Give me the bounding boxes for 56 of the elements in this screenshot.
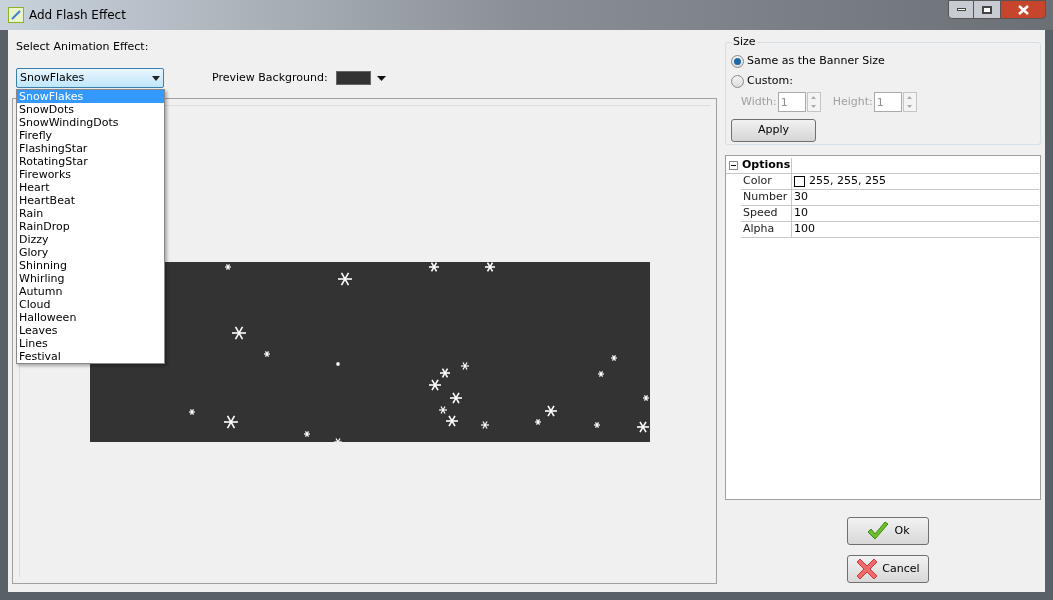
effect-option[interactable]: RainDrop [17,220,164,233]
effect-option[interactable]: Cloud [17,298,164,311]
property-name: Alpha [742,221,776,238]
checkmark-icon [866,521,891,541]
property-value: 255, 255, 255 [809,173,886,190]
effect-option[interactable]: Dizzy [17,233,164,246]
dropdown-arrow-icon [152,75,160,81]
minimize-button[interactable] [948,0,974,19]
size-field-label: Width: [741,93,777,110]
maximize-button[interactable] [974,0,1000,19]
property-name: Number [742,189,789,206]
effect-option[interactable]: Whirling [17,272,164,285]
effect-option[interactable]: HeartBeat [17,194,164,207]
apply-button[interactable]: Apply [731,119,816,142]
close-button[interactable] [1000,0,1046,19]
dropdown-arrow-icon [376,75,386,81]
app-icon [8,7,24,23]
effect-option[interactable]: Autumn [17,285,164,298]
effect-option[interactable]: Festival [17,350,164,363]
effect-option[interactable]: Heart [17,181,164,194]
effect-option[interactable]: RotatingStar [17,155,164,168]
cross-icon [856,558,879,580]
effect-label: Select Animation Effect: [16,39,150,53]
grid-category: Options [741,157,791,174]
effect-dropdown[interactable]: SnowFlakes [16,68,164,88]
effect-option[interactable]: SnowDots [17,103,164,116]
property-value: 30 [794,189,808,206]
size-radio[interactable]: Custom: [731,71,1035,91]
window-title: Add Flash Effect [29,7,126,24]
property-value: 10 [794,205,808,222]
cancel-button[interactable]: Cancel [847,555,929,583]
property-name: Speed [742,205,779,222]
up-arrow-icon [907,96,913,99]
effect-option[interactable]: Rain [17,207,164,220]
close-icon [1017,4,1029,15]
effect-option[interactable]: Halloween [17,311,164,324]
effect-option[interactable]: Firefly [17,129,164,142]
size-field-label: Height: [832,93,873,110]
ok-button[interactable]: Ok [847,517,929,545]
effect-option[interactable]: FlashingStar [17,142,164,155]
size-radio[interactable]: Same as the Banner Size [731,51,1035,71]
up-arrow-icon [811,96,817,99]
effect-option[interactable]: Shinning [17,259,164,272]
down-arrow-icon [907,105,913,108]
color-swatch [794,176,805,187]
property-name: Color [742,173,773,190]
property-value: 100 [794,221,815,238]
effect-option[interactable]: Lines [17,337,164,350]
effect-option[interactable]: Leaves [17,324,164,337]
down-arrow-icon [811,105,817,108]
effect-option[interactable]: Glory [17,246,164,259]
color-picker[interactable] [335,71,386,85]
preview-background-label: Preview Background: [212,69,328,86]
collapse-toggle[interactable] [729,161,738,170]
effect-option[interactable]: Fireworks [17,168,164,181]
effect-option[interactable]: SnowWindingDots [17,116,164,129]
